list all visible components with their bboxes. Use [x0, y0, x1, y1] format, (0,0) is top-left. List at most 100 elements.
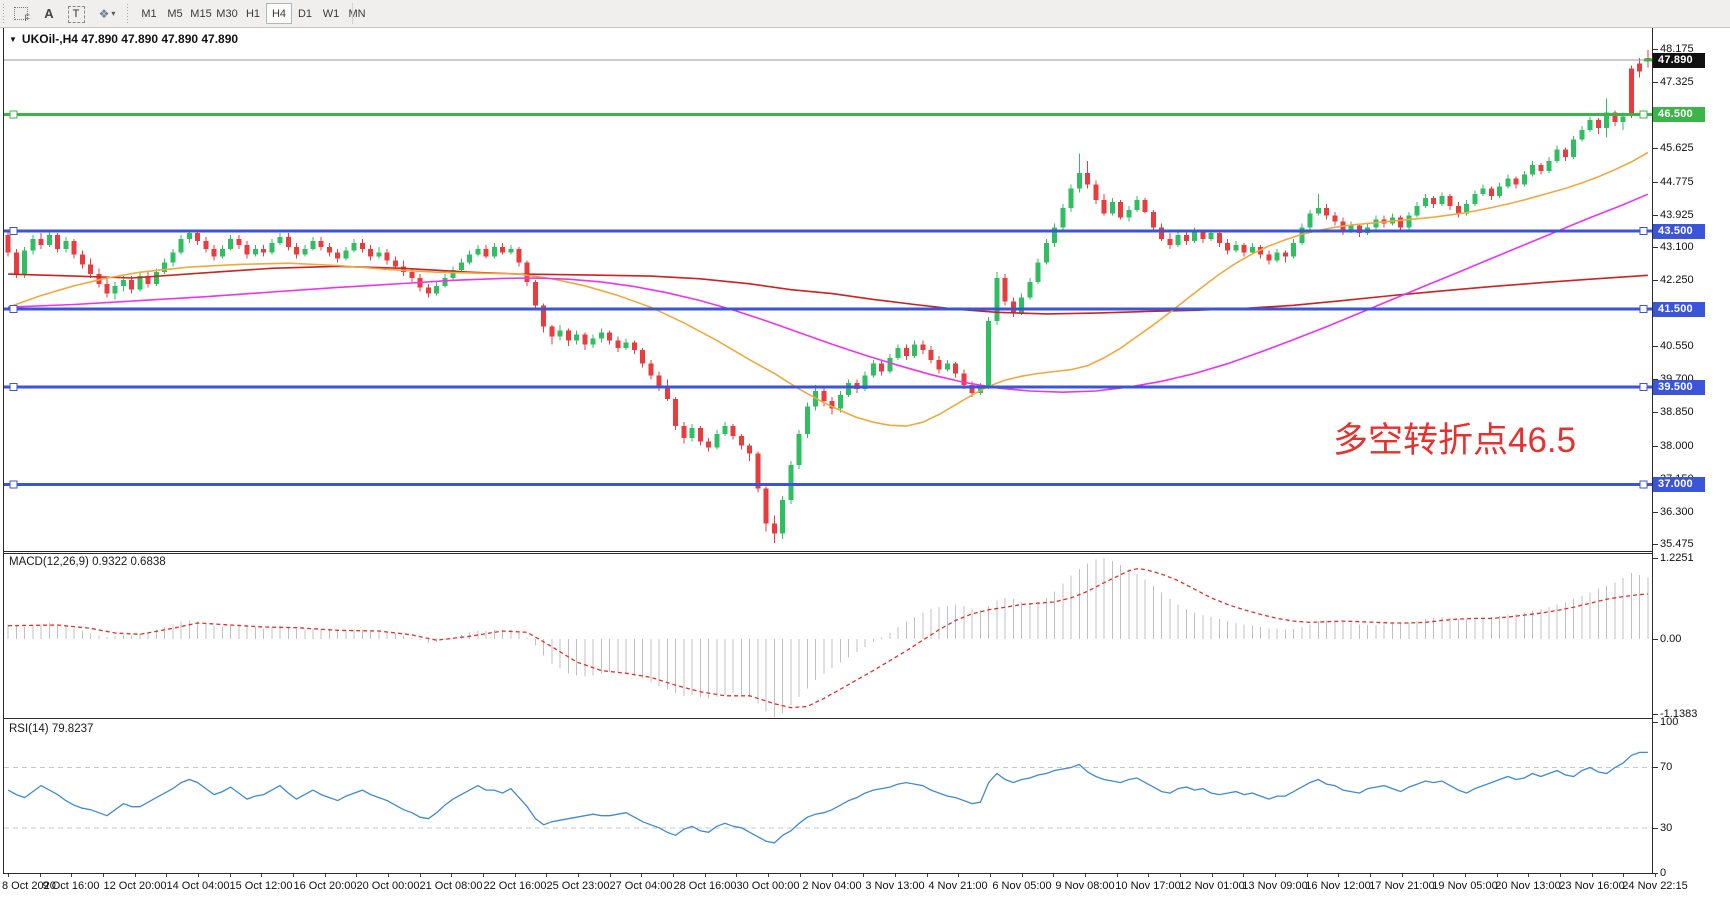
chart-menu-triangle-icon[interactable]: ▼: [9, 35, 17, 44]
candle: [1316, 208, 1321, 214]
timeframe-button-M30[interactable]: M30: [214, 3, 240, 24]
rsi-tick-label: 0: [1660, 867, 1666, 879]
price-axis[interactable]: 48.17547.32545.62544.77543.92543.10042.2…: [1653, 28, 1730, 551]
macd-tick: [1653, 558, 1658, 559]
price-tick-label: 45.625: [1660, 142, 1694, 154]
price-tick-label: 40.550: [1660, 340, 1694, 352]
timeframe-button-MN[interactable]: MN: [344, 3, 370, 24]
candle: [1505, 179, 1510, 187]
chart-f-icon[interactable]: F: [10, 2, 32, 25]
candle: [945, 364, 950, 370]
candle: [1456, 206, 1461, 214]
candle: [253, 249, 258, 255]
candle: [1085, 173, 1090, 185]
hline-handle: [10, 481, 17, 488]
candle: [780, 500, 785, 533]
timeframe-button-M5[interactable]: M5: [162, 3, 188, 24]
candle: [113, 286, 118, 294]
candle: [236, 239, 241, 245]
candle: [1209, 233, 1214, 239]
price-tick: [1653, 247, 1658, 248]
chart-title[interactable]: ▼ UKOil-,H4 47.890 47.890 47.890 47.890: [9, 32, 238, 46]
time-tick: [40, 874, 41, 877]
candle: [39, 239, 44, 245]
rsi-canvas[interactable]: [4, 720, 1652, 873]
rsi-axis[interactable]: 10070300: [1653, 720, 1730, 873]
timeframe-button-H1[interactable]: H1: [240, 3, 266, 24]
time-tick: [293, 874, 294, 877]
candle: [385, 253, 390, 261]
symbol-ohlc-text: UKOil-,H4 47.890 47.890 47.890 47.890: [22, 32, 238, 46]
candle: [1151, 212, 1156, 228]
time-tick: [356, 874, 357, 877]
text-box-icon[interactable]: T: [64, 2, 88, 25]
time-tick: [325, 874, 326, 877]
price-tick: [1653, 346, 1658, 347]
time-label: 12 Nov 01:00: [1179, 880, 1244, 892]
time-label: 15 Oct 12:00: [230, 880, 293, 892]
candle: [508, 249, 513, 253]
candle: [212, 249, 217, 257]
candle: [294, 247, 299, 255]
candle: [1555, 149, 1560, 161]
rsi-tick-label: 100: [1660, 716, 1678, 728]
price-tick-label: 42.250: [1660, 274, 1694, 286]
time-tick: [451, 874, 452, 877]
text-label-icon[interactable]: A: [38, 2, 60, 25]
timeframe-button-M15[interactable]: M15: [188, 3, 214, 24]
time-tick: [166, 874, 167, 877]
candle: [1275, 253, 1280, 261]
time-label: 23 Nov 16:00: [1559, 880, 1624, 892]
level-badge-41.500: 41.500: [1653, 302, 1705, 317]
time-label: 14 Oct 04:00: [167, 880, 230, 892]
candle: [517, 249, 522, 263]
candle: [30, 239, 35, 251]
price-tick-label: 44.775: [1660, 176, 1694, 188]
text-box-glyph: T: [68, 6, 85, 23]
candle: [442, 278, 447, 286]
candle: [1168, 239, 1173, 245]
candle: [286, 237, 291, 247]
price-tick: [1653, 544, 1658, 545]
candle: [302, 249, 307, 255]
time-tick: [1497, 874, 1498, 877]
time-tick: [578, 874, 579, 877]
timeframe-button-D1[interactable]: D1: [292, 3, 318, 24]
time-tick: [1148, 874, 1149, 877]
time-label: 24 Nov 22:15: [1622, 880, 1687, 892]
chevron-down-icon: ▾: [111, 9, 115, 18]
annotation-text[interactable]: 多空转折点46.5: [1333, 412, 1576, 463]
candle: [764, 489, 769, 524]
macd-label: MACD(12,26,9) 0.9322 0.6838: [9, 556, 166, 568]
hline-handle: [1640, 228, 1647, 235]
rsi-tick-label: 70: [1660, 761, 1672, 773]
time-label: 6 Nov 05:00: [992, 880, 1051, 892]
candle: [154, 272, 159, 284]
timeframe-button-W1[interactable]: W1: [318, 3, 344, 24]
timeframe-button-H4[interactable]: H4: [266, 3, 292, 24]
price-tick-label: 35.475: [1660, 538, 1694, 550]
macd-axis[interactable]: 1.22510.00-1.1383: [1653, 554, 1730, 717]
timeframe-button-M1[interactable]: M1: [136, 3, 162, 24]
panel-divider-1[interactable]: [3, 551, 1653, 552]
styles-dropdown-icon[interactable]: ❖▾: [92, 2, 122, 25]
time-tick: [1465, 874, 1466, 877]
level-badge-37.000: 37.000: [1653, 477, 1705, 492]
candle: [994, 278, 999, 321]
time-tick: [515, 874, 516, 877]
time-tick: [71, 874, 72, 877]
toolbar-grip-2[interactable]: [126, 4, 131, 24]
candle: [690, 428, 695, 438]
candle: [121, 280, 126, 286]
time-tick: [8, 874, 9, 877]
toolbar-grip[interactable]: [2, 4, 7, 24]
time-axis[interactable]: 8 Oct 20209 Oct 16:0012 Oct 20:0014 Oct …: [0, 874, 1730, 897]
main-chart-canvas[interactable]: [4, 28, 1652, 551]
panel-divider-2[interactable]: [3, 718, 1653, 719]
macd-canvas[interactable]: [4, 554, 1652, 717]
candle: [1439, 196, 1444, 204]
candle: [1308, 214, 1313, 228]
candle: [1266, 255, 1271, 261]
candle: [459, 262, 464, 270]
time-tick: [230, 874, 231, 877]
